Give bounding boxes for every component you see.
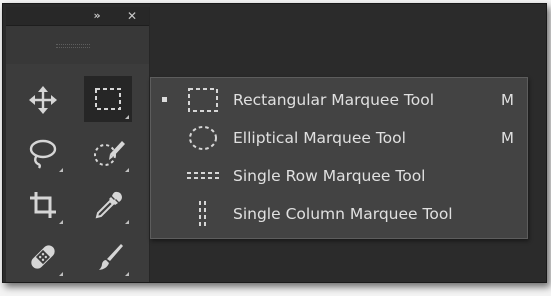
selected-bullet-icon (162, 97, 167, 102)
menu-item-label: Single Column Marquee Tool (233, 205, 453, 223)
flyout-indicator-icon (125, 220, 129, 224)
panel-grip[interactable] (6, 26, 149, 64)
eyedropper-icon (95, 191, 122, 219)
single-column-marquee-icon (199, 201, 206, 227)
flyout-indicator-icon (59, 272, 63, 276)
crop-tool-button[interactable] (20, 183, 66, 227)
move-tool-button[interactable] (20, 78, 66, 122)
flyout-indicator-icon (59, 220, 63, 224)
brush-icon (99, 244, 123, 270)
quick-selection-icon (94, 141, 125, 166)
marquee-tools-flyout-menu: Rectangular Marquee Tool M Elliptical Ma… (150, 77, 528, 239)
ellipse-marquee-icon (189, 126, 217, 150)
collapse-panel-button[interactable]: » (88, 7, 104, 25)
rect-marquee-icon (95, 88, 121, 110)
menu-item-label: Rectangular Marquee Tool (233, 91, 435, 109)
move-icon (29, 86, 57, 114)
rect-marquee-icon (188, 88, 218, 112)
panel-header: » ✕ (6, 7, 149, 26)
menu-item-single-column-marquee-tool[interactable]: Single Column Marquee Tool (151, 195, 527, 233)
eyedropper-tool-button[interactable] (86, 183, 132, 227)
flyout-indicator-icon (125, 115, 129, 119)
menu-item-elliptical-marquee-tool[interactable]: Elliptical Marquee Tool M (151, 119, 527, 157)
menu-item-label: Single Row Marquee Tool (233, 167, 426, 185)
flyout-indicator-icon (59, 168, 63, 172)
flyout-indicator-icon (125, 272, 129, 276)
menu-item-shortcut: M (501, 91, 514, 109)
close-panel-button[interactable]: ✕ (124, 7, 140, 25)
healing-brush-tool-button[interactable] (20, 235, 66, 279)
lasso-tool-button[interactable] (20, 131, 66, 175)
photoshop-tools-panel-window: » ✕ Rectangular Marquee Tool M Elliptica… (2, 3, 547, 283)
tools-panel: » ✕ (6, 7, 150, 282)
menu-item-rectangular-marquee-tool[interactable]: Rectangular Marquee Tool M (151, 81, 527, 119)
bandage-icon (31, 245, 55, 269)
quick-selection-tool-button[interactable] (86, 131, 132, 175)
lasso-icon (29, 139, 57, 169)
single-row-marquee-icon (187, 172, 219, 179)
menu-item-single-row-marquee-tool[interactable]: Single Row Marquee Tool (151, 157, 527, 195)
flyout-indicator-icon (125, 168, 129, 172)
crop-icon (30, 192, 56, 218)
rectangular-marquee-tool-button[interactable] (84, 76, 132, 122)
menu-item-label: Elliptical Marquee Tool (233, 129, 406, 147)
brush-tool-button[interactable] (86, 235, 132, 279)
menu-item-shortcut: M (501, 129, 514, 147)
